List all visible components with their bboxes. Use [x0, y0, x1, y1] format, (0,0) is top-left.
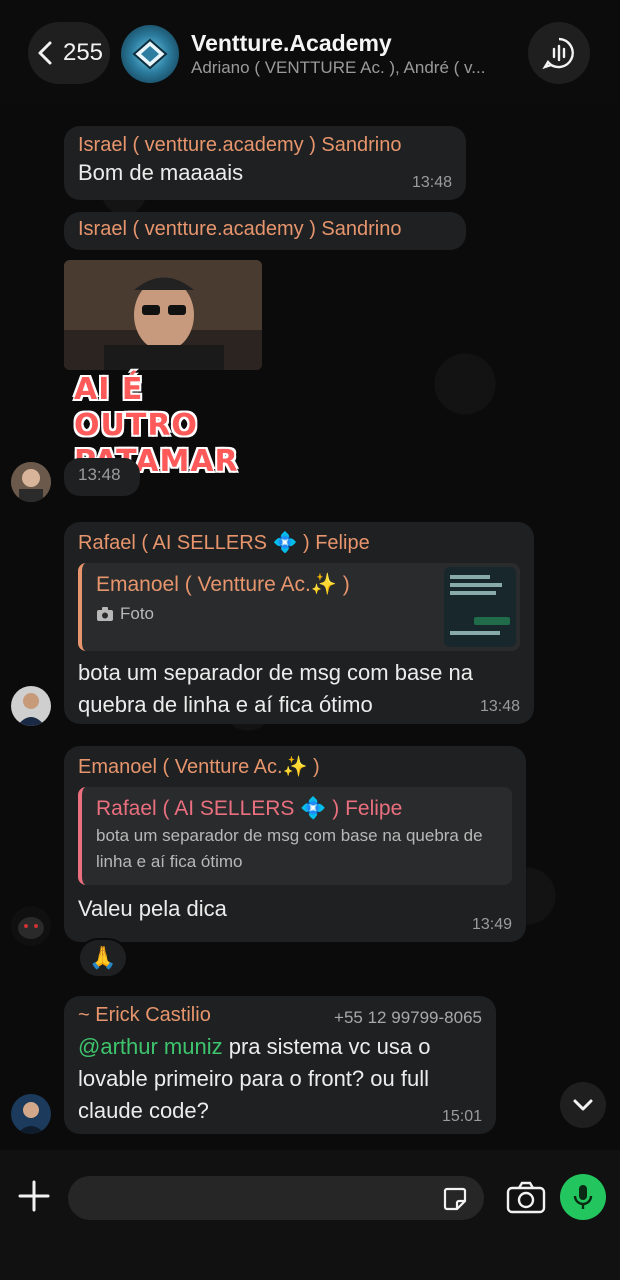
- unread-count: 255: [62, 39, 104, 66]
- group-members[interactable]: Adriano ( VENTTURE Ac. ), André ( v...: [191, 58, 511, 78]
- message-text: @arthur muniz pra sistema vc usa o lovab…: [78, 1031, 482, 1127]
- message-sender[interactable]: Israel ( ventture.academy ) Sandrino: [78, 134, 452, 157]
- sticker-icon[interactable]: [442, 1186, 468, 1212]
- message-time: 15:01: [441, 1108, 482, 1125]
- sender-avatar[interactable]: [11, 1094, 51, 1134]
- camera-icon[interactable]: [506, 1180, 546, 1214]
- reply-quote[interactable]: Emanoel ( Ventture Ac.✨ ) Foto: [78, 563, 520, 651]
- back-button[interactable]: 255: [28, 22, 110, 84]
- message-text: bota um separador de msg com base na que…: [78, 660, 474, 717]
- avatar-photo-icon: [11, 1094, 51, 1134]
- microphone-icon: [573, 1185, 593, 1209]
- message-bubble[interactable]: Israel ( ventture.academy ) Sandrino: [64, 212, 466, 250]
- message-sender[interactable]: Rafael ( AI SELLERS 💠 ) Felipe: [78, 530, 520, 555]
- message-bubble[interactable]: Israel ( ventture.academy ) Sandrino Bom…: [64, 126, 466, 200]
- person-photo-icon: [64, 260, 262, 370]
- scroll-down-button[interactable]: [560, 1082, 606, 1128]
- reply-quote[interactable]: Rafael ( AI SELLERS 💠 ) Felipe bota um s…: [78, 787, 512, 885]
- group-avatar[interactable]: [121, 25, 179, 83]
- quote-text: Foto: [120, 604, 155, 623]
- message-time-pill: 13:48: [64, 458, 140, 496]
- sender-phone: +55 12 99799-8065: [334, 1008, 482, 1027]
- message-sender[interactable]: Israel ( ventture.academy ) Sandrino: [78, 218, 452, 241]
- quote-sender: Rafael ( AI SELLERS 💠 ) Felipe: [96, 797, 403, 820]
- plus-icon[interactable]: [16, 1178, 52, 1214]
- message-time: 13:48: [411, 174, 452, 191]
- sender-avatar[interactable]: [11, 906, 51, 946]
- sticker-image[interactable]: [64, 260, 262, 370]
- sender-avatar[interactable]: [11, 686, 51, 726]
- message-composer: [0, 1150, 620, 1280]
- message-time: 13:48: [78, 465, 121, 484]
- avatar-photo-icon: [11, 906, 51, 946]
- message-time: 13:48: [479, 698, 520, 715]
- avatar-photo-icon: [11, 686, 51, 726]
- user-mention[interactable]: @arthur muniz: [78, 1034, 223, 1059]
- message-time: 13:49: [471, 916, 512, 933]
- pray-emoji: 🙏: [89, 945, 117, 970]
- chevron-down-icon: [573, 1099, 593, 1111]
- camera-icon: [97, 607, 113, 621]
- group-logo-icon: [132, 38, 168, 70]
- message-text: Valeu pela dica: [78, 896, 227, 921]
- quote-text: bota um separador de msg com base na que…: [96, 826, 483, 871]
- voice-chat-icon: [542, 37, 574, 70]
- quote-thumbnail: [444, 567, 516, 647]
- chat-header: 255 Ventture.Academy Adriano ( VENTTURE …: [0, 0, 620, 104]
- message-bubble[interactable]: ~ Erick Castilio +55 12 99799-8065 @arth…: [64, 996, 496, 1134]
- sender-avatar[interactable]: [11, 462, 51, 502]
- microphone-button[interactable]: [560, 1174, 606, 1220]
- message-bubble[interactable]: Emanoel ( Ventture Ac.✨ ) Rafael ( AI SE…: [64, 746, 526, 942]
- screenshot-thumbnail-icon: [444, 567, 516, 647]
- chevron-left-icon: [38, 41, 52, 65]
- message-bubble[interactable]: Rafael ( AI SELLERS 💠 ) Felipe Emanoel (…: [64, 522, 534, 724]
- avatar-photo-icon: [11, 462, 51, 502]
- reaction-badge[interactable]: 🙏: [78, 938, 128, 978]
- group-title[interactable]: Ventture.Academy: [191, 30, 392, 57]
- message-text: Bom de maaaais: [78, 160, 244, 185]
- voice-chat-button[interactable]: [528, 22, 590, 84]
- message-sender[interactable]: Emanoel ( Ventture Ac.✨ ): [78, 754, 512, 779]
- message-input[interactable]: [68, 1176, 484, 1220]
